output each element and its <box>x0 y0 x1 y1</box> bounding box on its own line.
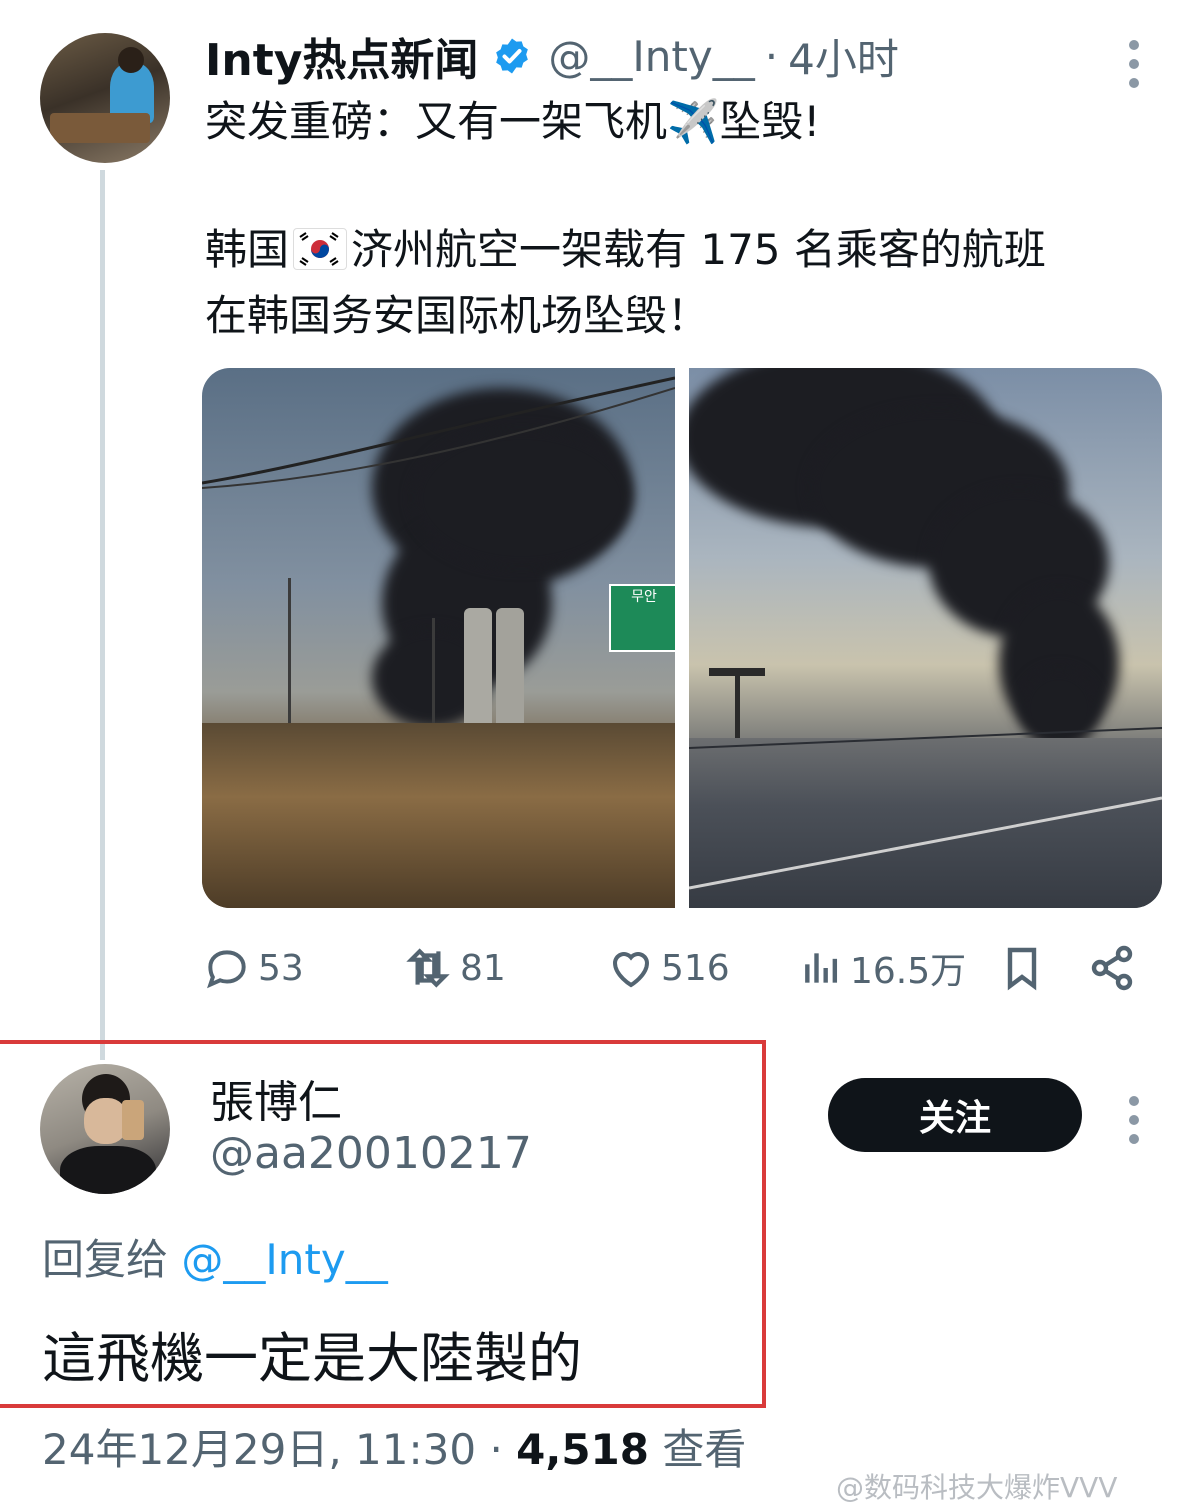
reply-count: 53 <box>258 947 304 989</box>
tweet-time[interactable]: 4小时 <box>788 26 899 87</box>
meta-separator: · <box>489 1425 503 1474</box>
tweet-text-headline-end: 坠毁! <box>719 97 821 146</box>
reply-views-label: 查看 <box>662 1425 747 1474</box>
bookmark-icon <box>1007 947 1037 991</box>
reply-more-icon[interactable] <box>1129 1096 1141 1144</box>
reply-meta: 24年12月29日, 11:30 · 4,518 查看 <box>42 1416 746 1477</box>
tweet-action-bar: 53 81 516 16.5万 <box>202 936 1162 1000</box>
tweet-header: Inty热点新闻 @__Inty__ · 4小时 <box>205 24 899 88</box>
share-icon <box>1091 945 1133 991</box>
watermark: @数码科技大爆炸VVV <box>836 1471 1118 1504</box>
views-chart-icon <box>805 953 838 983</box>
road-sign-text: 무안 <box>631 589 657 605</box>
reply-author-avatar[interactable] <box>40 1064 170 1194</box>
share-action[interactable] <box>1088 936 1136 1000</box>
author-handle[interactable]: @__Inty__ <box>548 32 754 81</box>
reply-author-name[interactable]: 張博仁 <box>210 1066 342 1130</box>
reply-author-handle[interactable]: @aa20010217 <box>210 1128 532 1179</box>
bookmark-action[interactable] <box>998 936 1046 1000</box>
author-name[interactable]: Inty热点新闻 <box>205 24 478 88</box>
tweet-text-country: 韩国 <box>205 225 290 274</box>
tweet-media-grid: 무안 <box>202 368 1162 908</box>
tweet-text-line-1: 突发重磅：又有一架飞机✈️坠毁! <box>205 90 820 154</box>
tweet-text-body: 济州航空一架载有 175 名乘客的航班 <box>351 225 1046 274</box>
verified-badge-icon <box>496 38 529 74</box>
tweet-more-icon[interactable] <box>1129 40 1141 88</box>
reply-icon <box>207 950 246 989</box>
follow-button[interactable]: 关注 <box>828 1078 1082 1152</box>
replying-to-label: 回复给 <box>42 1235 169 1284</box>
reply-text: 這飛機一定是大陸製的 <box>42 1327 582 1390</box>
retweet-icon <box>406 948 450 988</box>
reply-views-count: 4,518 <box>516 1425 650 1474</box>
korea-flag-icon <box>293 228 348 270</box>
replying-to: 回复给 @__Inty__ <box>42 1226 388 1287</box>
views-action[interactable]: 16.5万 <box>800 936 966 1000</box>
media-photo-left[interactable]: 무안 <box>202 368 675 908</box>
author-avatar[interactable] <box>40 33 170 163</box>
reply-timestamp[interactable]: 24年12月29日, 11:30 <box>42 1425 476 1474</box>
road-sign: 무안 <box>609 584 675 652</box>
like-action[interactable]: 516 <box>607 936 730 1000</box>
views-count: 16.5万 <box>850 951 967 992</box>
media-photo-right[interactable] <box>689 368 1162 908</box>
retweet-count: 81 <box>460 947 506 989</box>
heart-icon <box>612 952 650 988</box>
separator-dot: · <box>764 31 779 81</box>
plane-emoji-icon: ✈️ <box>667 97 720 146</box>
like-count: 516 <box>661 947 730 989</box>
retweet-action[interactable]: 81 <box>402 936 506 1000</box>
thread-connector-line <box>100 170 105 1060</box>
replying-to-mention[interactable]: @__Inty__ <box>181 1235 387 1284</box>
tweet-text-line-3: 在韩国务安国际机场坠毁！ <box>205 291 710 340</box>
reply-action[interactable]: 53 <box>202 936 304 1000</box>
tweet-text-headline: 突发重磅：又有一架飞机 <box>205 97 668 146</box>
tweet-text-line-2: 韩国 济州航空一架载有 175 名乘客的航班 <box>205 218 1046 282</box>
